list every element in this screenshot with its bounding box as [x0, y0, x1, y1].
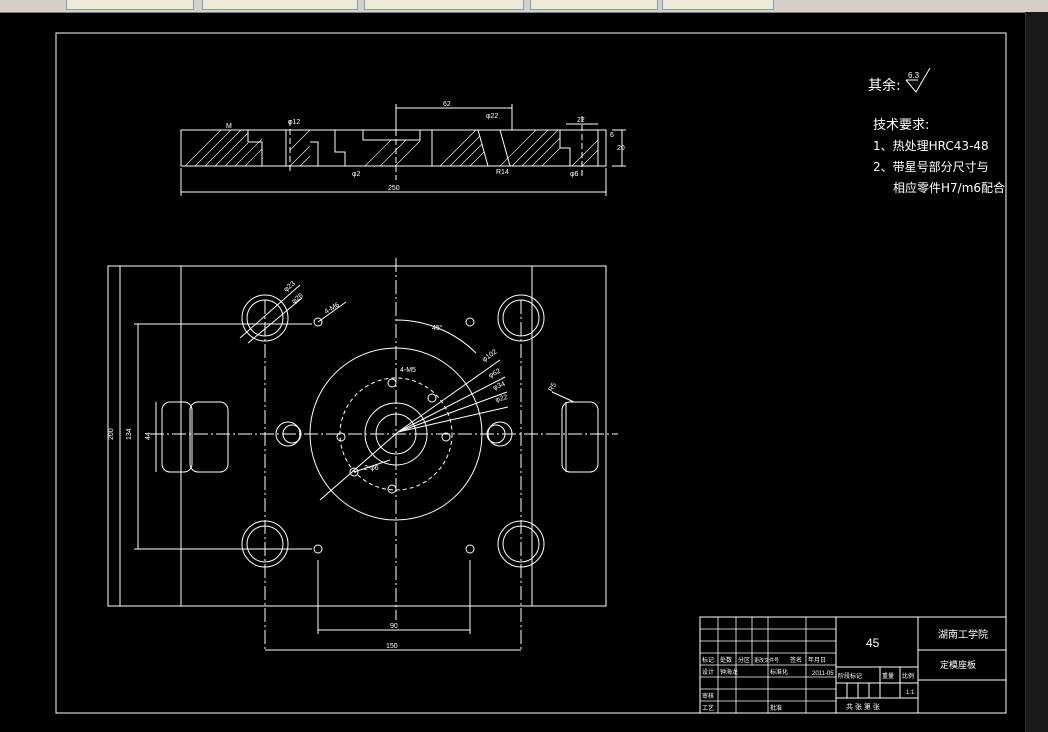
- plan-dim-inner: 134: [126, 428, 133, 440]
- weight-label: 重量: [882, 672, 894, 680]
- design-label: 设计: [702, 668, 714, 676]
- stage-label: 阶段标记: [838, 672, 862, 680]
- tech-req-title: 技术要求:: [873, 118, 929, 133]
- row-label: 签名: [790, 656, 802, 664]
- school-name: 湖南工学院: [938, 628, 988, 641]
- row-label: 处数: [720, 656, 732, 664]
- section-ref-label: R14: [496, 169, 509, 176]
- tech-req-item: 1、热处理HRC43-48: [873, 139, 989, 153]
- section-ref-label: φ12: [288, 119, 300, 126]
- process-label: 工艺: [702, 704, 714, 712]
- row-label: 更改文件号: [754, 657, 779, 664]
- plan-hole-label: 4-M5: [400, 367, 416, 374]
- row-label: 分区: [738, 656, 750, 664]
- check-label: 审核: [702, 692, 714, 700]
- section-ref-label: φ22: [486, 113, 498, 120]
- surface-finish-label: 其余:: [868, 77, 901, 94]
- row-label: 标记: [702, 656, 714, 664]
- standard-label: 标准化: [770, 668, 788, 676]
- plan-angle: 45°: [432, 324, 443, 332]
- section-ref-label: M: [226, 123, 232, 130]
- section-view: [180, 104, 626, 196]
- plan-dim-bottom-inner: 90: [390, 623, 398, 630]
- scale-label: 比例: [902, 672, 914, 680]
- vertical-scrollbar[interactable]: [1025, 12, 1048, 732]
- part-name: 定模座板: [940, 659, 976, 670]
- scale-text: 1:1: [906, 690, 915, 696]
- row-label: 年月日: [808, 656, 826, 664]
- tech-req-item: 2、带星号部分尺寸与: [873, 159, 989, 174]
- section-dim-overall: 250: [388, 185, 400, 192]
- plan-view: [107, 258, 618, 651]
- plan-dim-outer: 200: [108, 428, 115, 440]
- plan-radial-label: φ62: [488, 368, 502, 380]
- section-dim-small: 6: [610, 132, 614, 139]
- approve-label: 批准: [770, 704, 782, 712]
- drawing-canvas[interactable]: 250 62 22 20 6 M φ12 φ22 φ6 φ2 R14 200 1…: [0, 0, 1026, 732]
- date-text: 2011-05: [812, 671, 834, 677]
- plan-right-label: R5: [548, 382, 559, 393]
- plan-dim-core: 44: [145, 432, 152, 440]
- designer-name: 钟海龙: [720, 668, 738, 676]
- plan-hole-label: φ23: [283, 280, 297, 293]
- material-text: 45: [866, 636, 880, 650]
- section-dim-height: 20: [617, 145, 625, 152]
- surface-finish-value: 6.3: [908, 71, 920, 80]
- plan-hole-label: 4-M6: [324, 302, 341, 316]
- tech-req-item: 相应零件H7/m6配合: [893, 180, 1005, 195]
- section-dim-right: 22: [577, 117, 585, 124]
- section-dim-top: 62: [443, 101, 451, 108]
- plan-radial-label: φ102: [481, 349, 498, 364]
- plan-dim-bottom-outer: 150: [386, 643, 398, 650]
- section-ref-label: φ6: [570, 171, 579, 178]
- plan-hole-label: 2-φ6: [364, 465, 379, 472]
- section-ref-label: φ2: [352, 171, 361, 178]
- sheets-label: 共 张 第 张: [846, 702, 880, 711]
- plan-hole-label: φ26: [291, 292, 305, 305]
